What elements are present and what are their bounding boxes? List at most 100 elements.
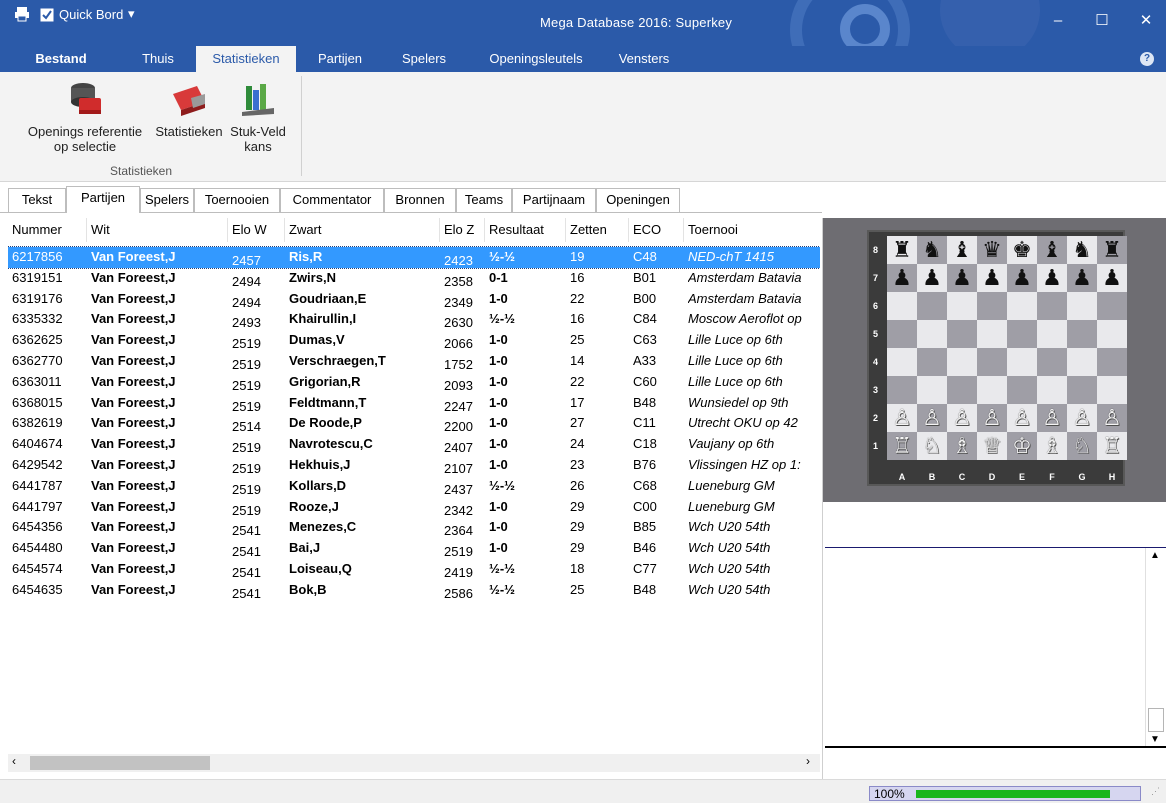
black-piece-icon[interactable]: ♜ (887, 236, 917, 264)
board-square[interactable] (1007, 320, 1037, 348)
white-piece-icon[interactable]: ♙ (977, 404, 1007, 432)
tab-tekst[interactable]: Tekst (8, 188, 66, 212)
board-square[interactable]: ♟ (1037, 264, 1067, 292)
table-row[interactable]: 6404674 Van Foreest,J 2519 Navrotescu,C 2407… (8, 434, 820, 455)
black-piece-icon[interactable]: ♛ (977, 236, 1007, 264)
column-header-elo-z[interactable]: Elo Z (440, 218, 485, 242)
board-square[interactable] (917, 292, 947, 320)
column-header-eco[interactable]: ECO (629, 218, 684, 242)
table-row[interactable]: 6319151 Van Foreest,J 2494 Zwirs,N 2358 0-1 16… (8, 268, 820, 289)
black-piece-icon[interactable]: ♝ (947, 236, 977, 264)
white-piece-icon[interactable]: ♗ (947, 432, 977, 460)
table-row[interactable]: 6454574 Van Foreest,J 2541 Loiseau,Q 2419 ½-½… (8, 559, 820, 580)
table-row[interactable]: 6363011 Van Foreest,J 2519 Grigorian,R 2093 1… (8, 372, 820, 393)
checkbox-icon[interactable] (40, 6, 54, 25)
board-square[interactable]: ♕ (977, 432, 1007, 460)
black-piece-icon[interactable]: ♝ (1037, 236, 1067, 264)
notation-panel[interactable] (825, 506, 1166, 548)
board-square[interactable]: ♗ (947, 432, 977, 460)
board-square[interactable] (947, 320, 977, 348)
board-square[interactable] (1097, 348, 1127, 376)
board-square[interactable] (1037, 292, 1067, 320)
board-square[interactable]: ♙ (887, 404, 917, 432)
tab-toernooien[interactable]: Toernooien (194, 188, 280, 212)
board-square[interactable]: ♜ (1097, 236, 1127, 264)
board-square[interactable]: ♚ (1007, 236, 1037, 264)
board-square[interactable]: ♙ (1007, 404, 1037, 432)
white-piece-icon[interactable]: ♘ (917, 432, 947, 460)
table-row-selected[interactable]: 6217856 Van Foreest,J 2457 Ris,R 2423 ½-½ 19 C4… (8, 246, 820, 269)
ribbon-tab-thuis[interactable]: Thuis (132, 46, 184, 72)
ribbon-tab-spelers[interactable]: Spelers (392, 46, 456, 72)
board-square[interactable]: ♝ (947, 236, 977, 264)
column-header-resultaat[interactable]: Resultaat (485, 218, 566, 242)
board-square[interactable]: ♗ (1037, 432, 1067, 460)
board-square[interactable] (977, 292, 1007, 320)
scroll-up-icon[interactable]: ▲ (1150, 550, 1160, 561)
board-square[interactable] (1067, 292, 1097, 320)
black-piece-icon[interactable]: ♟ (917, 264, 947, 292)
white-piece-icon[interactable]: ♙ (947, 404, 977, 432)
help-icon[interactable]: ? (1140, 52, 1154, 66)
board-square[interactable] (1097, 292, 1127, 320)
board-square[interactable] (1067, 348, 1097, 376)
white-piece-icon[interactable]: ♗ (1037, 432, 1067, 460)
scroll-left-icon[interactable]: ‹ (12, 754, 16, 768)
table-row[interactable]: 6382619 Van Foreest,J 2514 De Roode,P 2200 1-… (8, 413, 820, 434)
board-square[interactable]: ♙ (947, 404, 977, 432)
tab-partijen[interactable]: Partijen (66, 186, 140, 213)
board-square[interactable]: ♔ (1007, 432, 1037, 460)
resize-grip-icon[interactable]: ⋰ (1151, 786, 1160, 797)
ribbon-tab-partijen[interactable]: Partijen (308, 46, 372, 72)
board-square[interactable]: ♙ (917, 404, 947, 432)
white-piece-icon[interactable]: ♙ (887, 404, 917, 432)
black-piece-icon[interactable]: ♟ (1067, 264, 1097, 292)
tab-commentator[interactable]: Commentator (280, 188, 384, 212)
table-row[interactable]: 6454480 Van Foreest,J 2541 Bai,J 2519 1-0 29 B4… (8, 538, 820, 559)
board-square[interactable] (1037, 348, 1067, 376)
board-square[interactable] (887, 376, 917, 404)
black-piece-icon[interactable]: ♞ (1067, 236, 1097, 264)
table-row[interactable]: 6335332 Van Foreest,J 2493 Khairullin,I 2630… (8, 309, 820, 330)
board-square[interactable]: ♟ (1007, 264, 1037, 292)
white-piece-icon[interactable]: ♖ (887, 432, 917, 460)
column-header-zetten[interactable]: Zetten (566, 218, 629, 242)
black-piece-icon[interactable]: ♟ (1007, 264, 1037, 292)
board-square[interactable] (1097, 320, 1127, 348)
board-square[interactable] (1067, 320, 1097, 348)
ribbon-tab-bestand[interactable]: Bestand (30, 46, 92, 72)
table-row[interactable]: 6362770 Van Foreest,J 2519 Verschraegen,T 17… (8, 351, 820, 372)
table-row[interactable]: 6319176 Van Foreest,J 2494 Goudriaan,E 2349 1… (8, 289, 820, 310)
board-square[interactable] (917, 348, 947, 376)
board-square[interactable] (917, 320, 947, 348)
minimize-button[interactable]: – (1045, 10, 1071, 32)
board-square[interactable] (947, 292, 977, 320)
black-piece-icon[interactable]: ♟ (1097, 264, 1127, 292)
board-square[interactable]: ♖ (887, 432, 917, 460)
board-square[interactable] (1007, 292, 1037, 320)
table-row[interactable]: 6441797 Van Foreest,J 2519 Rooze,J 2342 1-0 29… (8, 497, 820, 518)
black-piece-icon[interactable]: ♜ (1097, 236, 1127, 264)
board-square[interactable]: ♘ (917, 432, 947, 460)
column-header-nummer[interactable]: Nummer (8, 218, 87, 242)
table-row[interactable]: 6368015 Van Foreest,J 2519 Feldtmann,T 2247 1… (8, 393, 820, 414)
black-piece-icon[interactable]: ♚ (1007, 236, 1037, 264)
table-row[interactable]: 6429542 Van Foreest,J 2519 Hekhuis,J 2107 1-0… (8, 455, 820, 476)
table-row[interactable]: 6441787 Van Foreest,J 2519 Kollars,D 2437 ½-½… (8, 476, 820, 497)
tab-spelers[interactable]: Spelers (140, 188, 194, 212)
board-square[interactable] (1007, 376, 1037, 404)
vertical-scroll-thumb[interactable] (1148, 708, 1164, 732)
black-piece-icon[interactable]: ♞ (917, 236, 947, 264)
vertical-scrollbar[interactable]: ▲ ▼ (1145, 548, 1165, 748)
column-header-elo-w[interactable]: Elo W (228, 218, 285, 242)
board-square[interactable]: ♟ (1097, 264, 1127, 292)
ribbon-tab-statistieken[interactable]: Statistieken (196, 46, 296, 72)
tab-bronnen[interactable]: Bronnen (384, 188, 456, 212)
board-square[interactable]: ♟ (1067, 264, 1097, 292)
board-square[interactable]: ♞ (1067, 236, 1097, 264)
white-piece-icon[interactable]: ♙ (1007, 404, 1037, 432)
statistieken-button[interactable]: Statistieken (148, 80, 230, 139)
black-piece-icon[interactable]: ♟ (977, 264, 1007, 292)
board-square[interactable]: ♛ (977, 236, 1007, 264)
horizontal-scroll-thumb[interactable] (30, 756, 210, 770)
